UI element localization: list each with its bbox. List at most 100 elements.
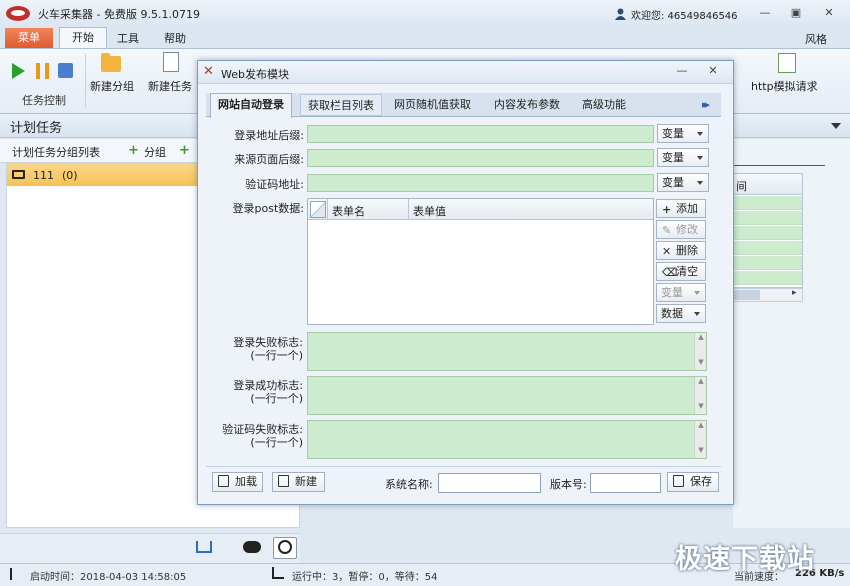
tab-get-columns[interactable]: 获取栏目列表 [300,94,382,116]
sitemap-icon[interactable] [196,541,212,553]
new-file-icon [278,475,289,487]
chevron-down-icon [697,181,703,185]
stop-icon[interactable] [58,63,73,78]
vertical-scrollbar[interactable]: ▲ ▼ [694,377,706,414]
folder-icon[interactable] [101,53,121,72]
chevron-down-icon [697,156,703,160]
play-icon[interactable] [12,63,25,79]
add-task-icon[interactable]: + [179,144,190,157]
tab-publish-params[interactable]: 内容发布参数 [487,94,567,116]
table-row[interactable] [734,241,802,255]
version-input[interactable] [590,473,661,493]
select-all-corner[interactable] [310,201,326,218]
tab-start[interactable]: 开始 [59,27,107,49]
add-group-icon[interactable]: + [128,144,139,157]
login-fail-textarea[interactable] [307,332,707,371]
clock-icon [278,540,292,554]
vertical-scrollbar[interactable]: ▲ ▼ [694,333,706,370]
window-maximize-button[interactable]: ▣ [787,5,805,21]
pause-icon[interactable] [36,63,49,79]
tab-menu[interactable]: 菜单 [5,28,53,49]
dialog-close-button[interactable]: ✕ [706,64,720,78]
variable-label: 变量 [662,127,684,140]
login-suffix-input[interactable] [307,125,654,143]
style-menu[interactable]: 风格 [805,31,827,47]
column-divider [408,199,409,220]
group-list-label: 计划任务分组列表 [12,146,100,159]
table-row[interactable] [734,271,802,285]
scroll-down-icon[interactable]: ▼ [695,402,707,410]
captcha-url-label: 验证码地址: [245,178,304,191]
vertical-scrollbar[interactable]: ▲ ▼ [694,421,706,458]
scroll-up-icon[interactable]: ▲ [695,333,707,341]
dialog-minimize-button[interactable]: — [675,64,689,78]
load-button[interactable]: 加载 [212,472,263,492]
scroll-up-icon[interactable]: ▲ [695,377,707,385]
table-row[interactable] [734,211,802,225]
trash-icon: ⌫ [662,266,678,279]
variable-label: 变量 [662,151,684,164]
table-row[interactable] [734,256,802,270]
tab-advanced[interactable]: 高级功能 [575,94,633,116]
source-suffix-input[interactable] [307,149,654,167]
chevron-down-icon [694,312,700,316]
system-name-input[interactable] [438,473,541,493]
watermark: 极速下载站 [675,544,815,575]
edit-icon [218,475,229,487]
edit-label: 修改 [676,223,698,236]
tab-auto-login[interactable]: 网站自动登录 [210,93,292,118]
tab-tools[interactable]: 工具 [105,29,151,49]
save-button[interactable]: 保存 [667,472,719,492]
task-control-label: 任务控制 [22,94,66,107]
flag-icon [10,568,21,580]
add-group-button[interactable]: 分组 [144,144,166,160]
table-row[interactable] [734,196,802,210]
chevron-down-icon [697,132,703,136]
login-suffix-variable-dropdown[interactable]: 变量 [657,124,709,143]
load-label: 加载 [235,475,257,488]
tab-help[interactable]: 帮助 [152,29,198,49]
data-dropdown[interactable]: 数据 [656,304,706,323]
captcha-url-input[interactable] [307,174,654,192]
variable-dropdown[interactable]: 变量 [656,283,706,302]
new-task-button[interactable]: 新建任务 [148,78,192,94]
column-header-form-name[interactable]: 表单名 [332,203,365,219]
app-logo [6,6,30,21]
new-task-icon[interactable] [163,52,179,72]
new-button[interactable]: 新建 [272,472,325,492]
http-request-icon[interactable] [778,53,796,73]
add-button[interactable]: + 添加 [656,199,706,218]
captcha-variable-dropdown[interactable]: 变量 [657,173,709,192]
source-suffix-variable-dropdown[interactable]: 变量 [657,148,709,167]
right-divider [733,165,825,166]
tab-random-values[interactable]: 网页随机值获取 [387,94,478,116]
column-header-form-value[interactable]: 表单值 [413,203,446,219]
bar-chart-icon [272,567,284,579]
tab-scroll-right-icon[interactable]: ▸▸ [702,98,710,111]
new-group-button[interactable]: 新建分组 [90,78,134,94]
scroll-right-icon[interactable]: ▸ [792,288,797,298]
clear-button[interactable]: ⌫ 清空 [656,262,706,281]
delete-icon: ✕ [662,245,672,258]
variable-label: 变量 [662,176,684,189]
user-greeting: 欢迎您: 46549846546 [631,11,738,22]
cloud-download-icon[interactable] [243,541,261,553]
scrollbar-thumb[interactable] [734,290,760,300]
add-label: 添加 [676,202,698,215]
scroll-down-icon[interactable]: ▼ [695,446,707,454]
edit-button[interactable]: ✎ 修改 [656,220,706,239]
window-minimize-button[interactable]: — [756,5,774,21]
collapse-icon[interactable] [831,123,841,129]
login-success-textarea[interactable] [307,376,707,415]
task-table-column[interactable]: 间 [736,178,747,194]
plus-icon: + [662,203,672,216]
table-row[interactable] [734,226,802,240]
http-request-button[interactable]: http模拟请求 [751,78,818,94]
captcha-fail-textarea[interactable] [307,420,707,459]
delete-button[interactable]: ✕ 删除 [656,241,706,260]
group-name: 111 [33,169,54,182]
scroll-up-icon[interactable]: ▲ [695,421,707,429]
scroll-down-icon[interactable]: ▼ [695,358,707,366]
login-fail-hint: (一行一个) [250,349,303,362]
window-close-button[interactable]: ✕ [820,5,838,21]
